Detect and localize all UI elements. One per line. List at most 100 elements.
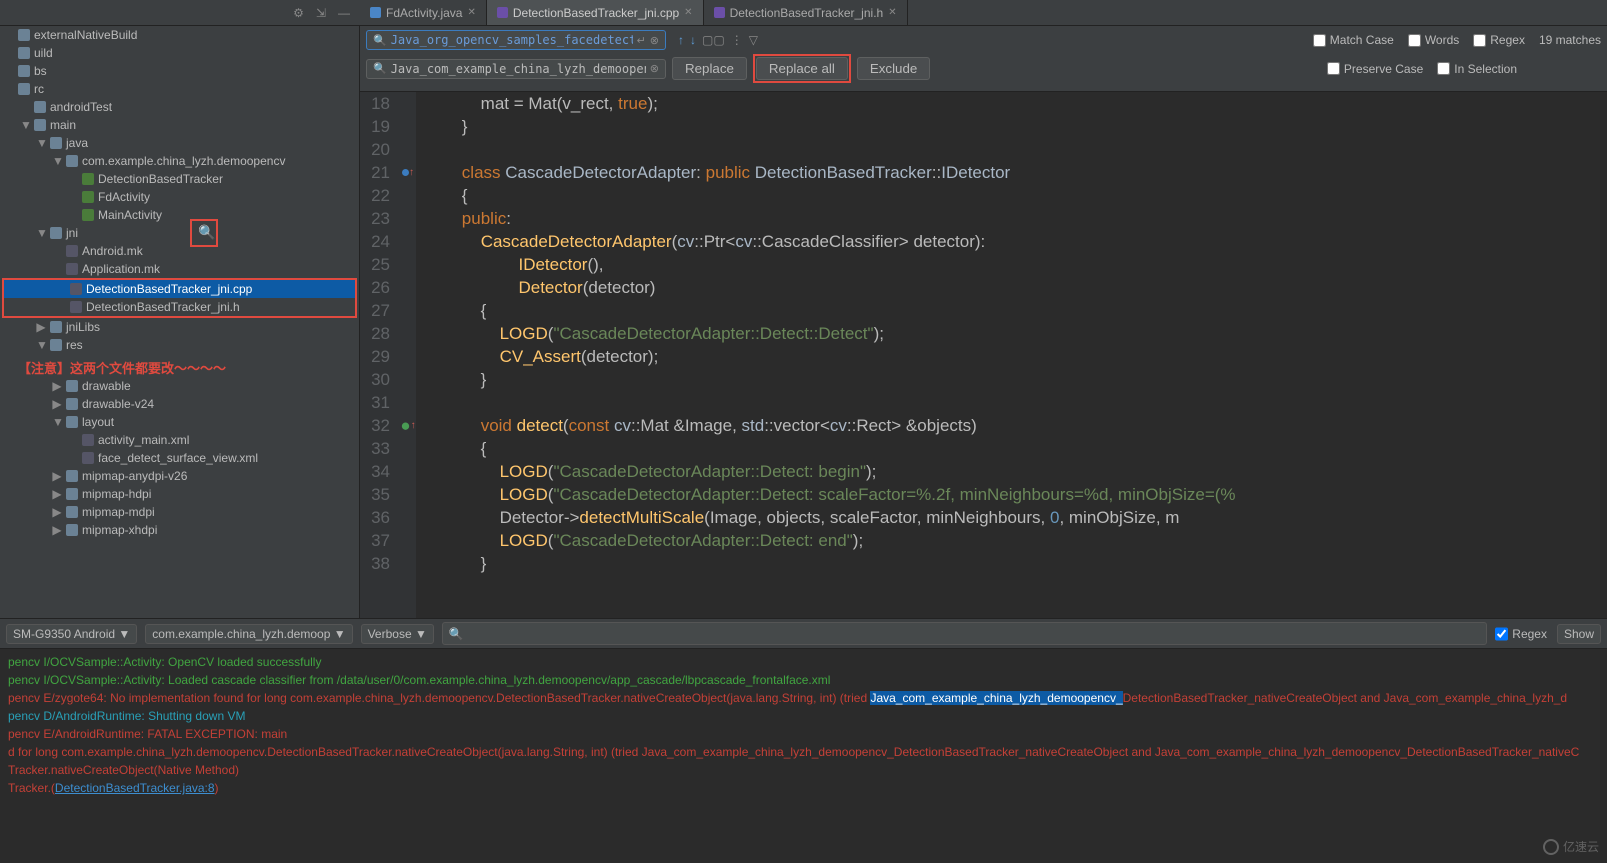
hide-icon[interactable]: —: [338, 6, 350, 20]
level-select[interactable]: Verbose ▼: [361, 624, 434, 644]
tree-item[interactable]: ▶drawable: [0, 377, 359, 395]
regex-check[interactable]: Regex: [1473, 33, 1525, 47]
log-regex-check[interactable]: Regex: [1495, 627, 1547, 641]
tree-item[interactable]: ▶drawable-v24: [0, 395, 359, 413]
tree-item[interactable]: Android.mk: [0, 242, 359, 260]
tree-item[interactable]: ▶mipmap-anydpi-v26: [0, 467, 359, 485]
tree-label: DetectionBasedTracker_jni.cpp: [86, 282, 252, 296]
arrow-icon: ▼: [36, 226, 46, 240]
tab-DetectionBasedTracker_jni.cpp[interactable]: DetectionBasedTracker_jni.cpp✕: [487, 0, 704, 25]
tree-item[interactable]: MainActivity: [0, 206, 359, 224]
matches-count: 19 matches: [1539, 33, 1601, 47]
tab-FdActivity.java[interactable]: FdActivity.java ✕: [360, 0, 487, 25]
tree-item[interactable]: ▶ jniLibs: [0, 318, 359, 336]
log-line: pencv I/OCVSample::Activity: OpenCV load…: [8, 653, 1599, 671]
match-case-check[interactable]: Match Case: [1313, 33, 1394, 47]
enter-icon[interactable]: ↵: [637, 34, 646, 47]
replace-button[interactable]: Replace: [672, 57, 747, 80]
process-select[interactable]: com.example.china_lyzh.demoop ▼: [145, 624, 352, 644]
tree-item[interactable]: ▼res: [0, 336, 359, 354]
log-line: pencv E/AndroidRuntime: FATAL EXCEPTION:…: [8, 725, 1599, 743]
tree-item[interactable]: ▼com.example.china_lyzh.demoopencv: [0, 152, 359, 170]
arrow-icon: ▶: [52, 487, 62, 501]
tree-item[interactable]: ▶mipmap-mdpi: [0, 503, 359, 521]
tree-item[interactable]: FdActivity: [0, 188, 359, 206]
filter-icon[interactable]: ▽: [749, 33, 758, 47]
class-icon: [82, 209, 94, 221]
tree-item[interactable]: DetectionBasedTracker_jni.cpp: [4, 280, 355, 298]
select-all-icon[interactable]: ▢▢: [702, 33, 725, 47]
tree-label: Android.mk: [82, 244, 143, 258]
tree-item[interactable]: ▼layout: [0, 413, 359, 431]
tree-item[interactable]: ▼main: [0, 116, 359, 134]
folder-icon: [18, 47, 30, 59]
replace-field[interactable]: 🔍 ⊗: [366, 59, 666, 79]
arrow-icon: ▶: [36, 320, 46, 334]
search-icon: 🔍: [449, 627, 464, 641]
tree-label: jniLibs: [66, 320, 100, 334]
folder-icon: [34, 119, 46, 131]
tree-item[interactable]: face_detect_surface_view.xml: [0, 449, 359, 467]
search-input[interactable]: [391, 33, 633, 47]
tree-label: drawable: [82, 379, 131, 393]
prev-match-icon[interactable]: ↑: [678, 33, 684, 47]
log-line: pencv I/OCVSample::Activity: Loaded casc…: [8, 671, 1599, 689]
tree-item[interactable]: ▼jni🔍: [0, 224, 359, 242]
java-icon: [370, 7, 381, 18]
tree-item[interactable]: Application.mk: [0, 260, 359, 278]
tree-item[interactable]: ▶ mipmap-hdpi: [0, 485, 359, 503]
in-selection-check[interactable]: In Selection: [1437, 62, 1517, 76]
folder-icon: [66, 470, 78, 482]
replace-all-button[interactable]: Replace all: [756, 57, 848, 80]
tree-item[interactable]: rc: [0, 80, 359, 98]
tree-item[interactable]: androidTest: [0, 98, 359, 116]
tree-item[interactable]: DetectionBasedTracker_jni.h: [4, 298, 355, 316]
watermark: 亿速云: [1543, 838, 1599, 855]
code-editor[interactable]: 1819202122232425262728293031323334353637…: [360, 92, 1607, 618]
collapse-icon[interactable]: ⇲: [316, 6, 326, 20]
tree-label: drawable-v24: [82, 397, 154, 411]
editor-tabs: ⚙ ⇲ — FdActivity.java✕DetectionBasedTrac…: [0, 0, 1607, 26]
multiline-icon[interactable]: ⋮: [731, 33, 743, 47]
tree-label: jni: [66, 226, 78, 240]
tree-item[interactable]: externalNativeBuild: [0, 26, 359, 44]
log-search[interactable]: 🔍: [442, 622, 1487, 645]
file-icon: [82, 434, 94, 446]
cpp-icon: [497, 7, 508, 18]
arrow-icon: ▶: [52, 505, 62, 519]
log-line: d for long com.example.china_lyzh.demoop…: [8, 743, 1599, 761]
tree-label: mipmap-hdpi: [82, 487, 151, 501]
log-show-select[interactable]: Show: [1557, 624, 1601, 644]
tree-item[interactable]: bs: [0, 62, 359, 80]
folder-icon: [66, 488, 78, 500]
tree-label: mipmap-anydpi-v26: [82, 469, 187, 483]
log-search-input[interactable]: [468, 626, 1480, 641]
gear-icon[interactable]: ⚙: [293, 6, 304, 20]
log-line: Tracker.(DetectionBasedTracker.java:8): [8, 779, 1599, 797]
tree-item[interactable]: activity_main.xml: [0, 431, 359, 449]
tree-item[interactable]: ▶mipmap-xhdpi: [0, 521, 359, 539]
close-icon[interactable]: ✕: [467, 7, 475, 18]
tab-DetectionBasedTracker_jni.h[interactable]: DetectionBasedTracker_jni.h✕: [704, 0, 908, 25]
exclude-button[interactable]: Exclude: [857, 57, 930, 80]
device-select[interactable]: SM-G9350 Android ▼: [6, 624, 137, 644]
tree-item[interactable]: ▼java: [0, 134, 359, 152]
project-tree[interactable]: externalNativeBuilduildbsrcandroidTest▼m…: [0, 26, 360, 618]
arrow-icon: ▶: [52, 523, 62, 537]
replace-input[interactable]: [391, 62, 646, 76]
words-check[interactable]: Words: [1408, 33, 1459, 47]
tab-label: FdActivity.java: [386, 6, 462, 20]
clear-icon[interactable]: ⊗: [650, 34, 659, 47]
folder-icon: [66, 506, 78, 518]
close-icon[interactable]: ✕: [888, 7, 896, 18]
next-match-icon[interactable]: ↓: [690, 33, 696, 47]
file-icon: [66, 245, 78, 257]
search-field[interactable]: 🔍 ↵ ⊗: [366, 30, 666, 50]
close-icon[interactable]: ✕: [684, 7, 692, 18]
tree-item[interactable]: DetectionBasedTracker: [0, 170, 359, 188]
log-line: pencv D/AndroidRuntime: Shutting down VM: [8, 707, 1599, 725]
preserve-case-check[interactable]: Preserve Case: [1327, 62, 1423, 76]
clear-icon[interactable]: ⊗: [650, 62, 659, 75]
tree-item[interactable]: uild: [0, 44, 359, 62]
logcat-output[interactable]: pencv I/OCVSample::Activity: OpenCV load…: [0, 649, 1607, 863]
